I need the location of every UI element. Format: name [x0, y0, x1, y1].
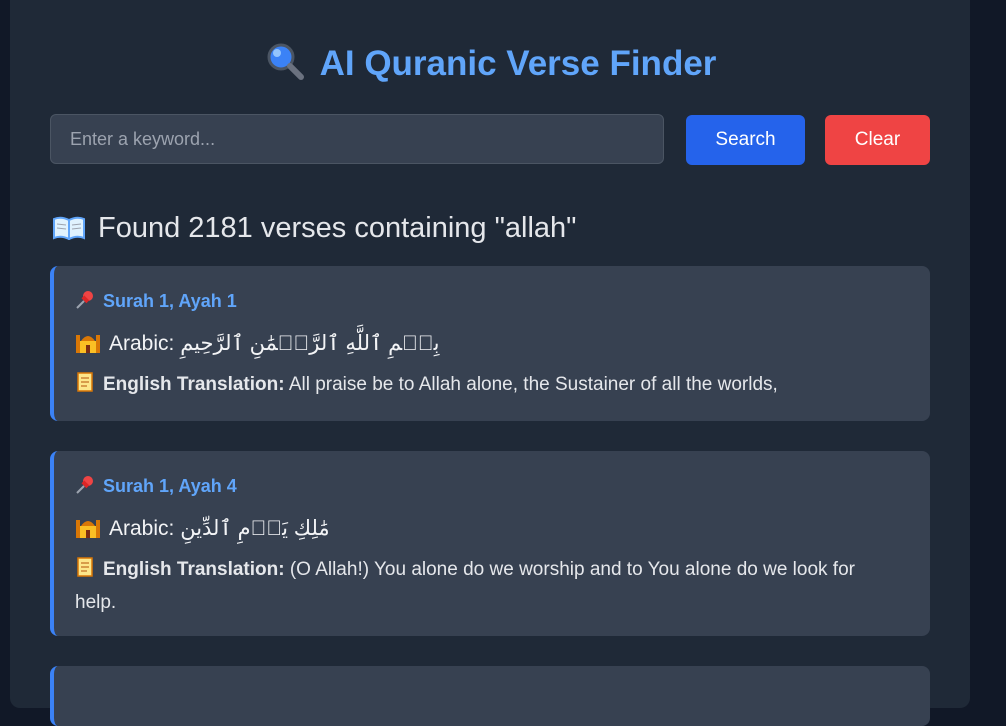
verse-reference: Surah 1, Ayah 1 [75, 290, 237, 315]
verse-arabic: Arabic: بِسۡمِ ٱللَّهِ ٱلرَّحۡمَٰنِ ٱلرَ… [75, 329, 439, 359]
results-heading-text: Found 2181 verses containing "allah" [98, 212, 577, 244]
mosque-icon [75, 514, 101, 544]
verse-arabic: Arabic: مَٰلِكِ يَوۡمِ ٱلدِّينِ [75, 514, 330, 544]
arabic-label: Arabic: [109, 332, 175, 355]
search-input[interactable] [50, 114, 664, 164]
results-heading: Found 2181 verses containing "allah" [52, 208, 576, 248]
open-book-icon [52, 211, 86, 241]
scroll-icon [75, 556, 95, 588]
verse-reference-text: Surah 1, Ayah 4 [103, 476, 237, 496]
arabic-label: Arabic: [109, 517, 175, 540]
verse-card: Surah 1, Ayah 1 Arabic: بِسۡمِ ٱللَّهِ ٱ… [50, 266, 930, 421]
translation-text: All praise be to Allah alone, the Sustai… [288, 374, 778, 395]
page-title: AI Quranic Verse Finder [10, 40, 970, 88]
verse-card [50, 666, 930, 726]
translation-label: English Translation: [103, 374, 285, 395]
pushpin-icon [75, 290, 95, 315]
mosque-icon [75, 329, 101, 359]
clear-button[interactable]: Clear [825, 115, 930, 165]
search-button[interactable]: Search [686, 115, 805, 165]
verse-card: Surah 1, Ayah 4 Arabic: مَٰلِكِ يَوۡمِ ٱ… [50, 451, 930, 636]
verse-reference: Surah 1, Ayah 4 [75, 475, 237, 500]
verse-reference-text: Surah 1, Ayah 1 [103, 291, 237, 311]
scroll-icon [75, 371, 95, 403]
arabic-text: مَٰلِكِ يَوۡمِ ٱلدِّينِ [180, 517, 330, 540]
pushpin-icon [75, 475, 95, 500]
main-panel: AI Quranic Verse Finder Search Clear Fou… [10, 0, 970, 726]
verse-translation: English Translation: All praise be to Al… [75, 370, 894, 403]
arabic-text: بِسۡمِ ٱللَّهِ ٱلرَّحۡمَٰنِ ٱلرَّحِيمِ [180, 332, 440, 355]
magnifying-glass-icon [264, 41, 308, 81]
verse-translation: English Translation: (O Allah!) You alon… [75, 555, 894, 618]
page-title-text: AI Quranic Verse Finder [319, 44, 717, 83]
translation-label: English Translation: [103, 559, 285, 580]
